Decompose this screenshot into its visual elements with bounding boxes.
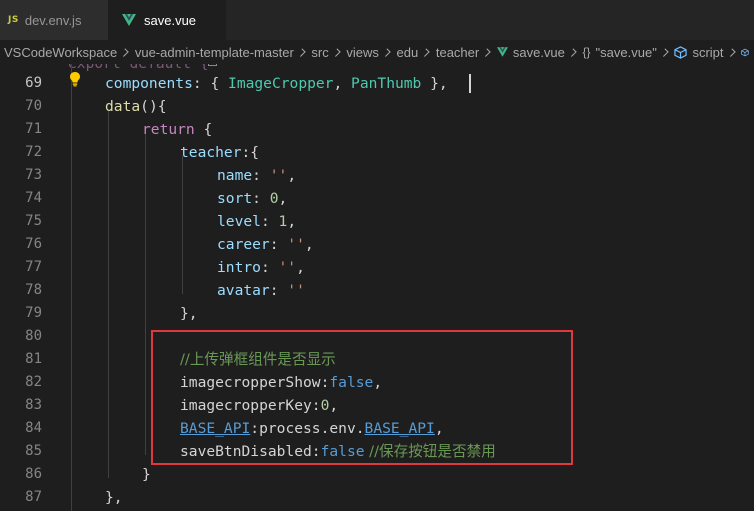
vue-file-icon xyxy=(122,14,136,26)
code-line-75: level: 1, xyxy=(217,213,297,230)
breadcrumb: VSCodeWorkspace vue-admin-template-maste… xyxy=(0,40,754,64)
code-line-71: return { xyxy=(142,121,213,138)
tab-save-vue[interactable]: save.vue xyxy=(108,0,226,40)
line-number: 84 xyxy=(25,420,42,436)
chevron-right-icon xyxy=(726,47,735,57)
tab-label: save.vue xyxy=(144,12,197,28)
chevron-right-icon xyxy=(482,47,491,57)
chevron-right-icon xyxy=(296,47,306,57)
breadcrumb-symbol-module[interactable]: {} "save.vue" xyxy=(583,45,657,60)
line-number: 72 xyxy=(25,144,42,160)
line-number: 75 xyxy=(25,213,42,229)
code-line-86: } xyxy=(142,466,151,483)
line-number: 82 xyxy=(25,374,42,390)
chevron-right-icon xyxy=(331,47,341,57)
chevron-right-icon xyxy=(660,47,669,57)
line-number: 69 xyxy=(25,75,42,91)
code-line-73: name: '', xyxy=(217,167,297,184)
chevron-right-icon xyxy=(568,47,577,57)
code-line-69: components: { ImageCropper, PanThumb }, xyxy=(105,75,448,92)
vue-file-icon xyxy=(496,47,508,57)
tab-dev-env-js[interactable]: JS dev.env.js xyxy=(0,0,108,40)
code-line-77: intro: '', xyxy=(217,259,305,276)
line-number: 74 xyxy=(25,190,42,206)
indent-guide xyxy=(145,133,146,455)
breadcrumb-item-src[interactable]: src xyxy=(311,45,328,60)
tab-label: dev.env.js xyxy=(24,12,82,28)
highlight-annotation-box xyxy=(151,330,573,465)
javascript-file-icon: JS xyxy=(8,15,19,25)
line-number: 85 xyxy=(25,443,42,459)
chevron-right-icon xyxy=(382,47,391,57)
breadcrumb-item-teacher[interactable]: teacher xyxy=(436,45,479,60)
line-number: 86 xyxy=(25,466,42,482)
code-line-76: career: '', xyxy=(217,236,314,253)
code-editor[interactable]: export default { 69 70 71 72 73 74 75 76… xyxy=(0,64,754,511)
breadcrumb-symbol-script[interactable]: script xyxy=(674,44,724,60)
text-cursor xyxy=(469,74,471,93)
breadcrumb-file-label: save.vue xyxy=(512,44,565,60)
indent-guide xyxy=(71,64,72,511)
line-number: 71 xyxy=(25,121,42,137)
line-number: 73 xyxy=(25,167,42,183)
line-number: 76 xyxy=(25,236,42,252)
line-number: 78 xyxy=(25,282,42,298)
line-number: 79 xyxy=(25,305,42,321)
breadcrumb-item-views[interactable]: views xyxy=(346,45,379,60)
code-line-78: avatar: '' xyxy=(217,282,305,299)
braces-icon: {} xyxy=(582,45,591,59)
line-number: 77 xyxy=(25,259,42,275)
indent-guide xyxy=(108,110,109,478)
line-number: 83 xyxy=(25,397,42,413)
line-number: 87 xyxy=(25,489,42,505)
breadcrumb-item-workspace[interactable]: VSCodeWorkspace xyxy=(4,45,117,60)
lightbulb-icon[interactable] xyxy=(68,71,82,87)
breadcrumb-script-label: script xyxy=(692,44,724,60)
code-line-87: }, xyxy=(105,489,123,506)
editor-tab-bar: JS dev.env.js save.vue xyxy=(0,0,754,40)
breadcrumb-item-edu[interactable]: edu xyxy=(397,45,419,60)
cube-icon xyxy=(674,45,688,59)
line-number: 80 xyxy=(25,328,42,344)
cube-icon xyxy=(741,48,749,56)
indent-guide xyxy=(182,156,183,294)
code-line-74: sort: 0, xyxy=(217,190,288,207)
code-line-70: data(){ xyxy=(105,98,167,115)
fold-marker-icon xyxy=(208,64,217,66)
code-line-72: teacher:{ xyxy=(180,144,260,161)
chevron-right-icon xyxy=(120,47,129,57)
line-number: 81 xyxy=(25,351,42,367)
line-number: 70 xyxy=(25,98,42,114)
chevron-right-icon xyxy=(421,47,430,57)
breadcrumb-item-file[interactable]: save.vue xyxy=(496,44,565,60)
breadcrumb-symbol-label: "save.vue" xyxy=(595,44,657,60)
code-line-79: }, xyxy=(180,305,198,322)
breadcrumb-item-project[interactable]: vue-admin-template-master xyxy=(135,45,294,60)
